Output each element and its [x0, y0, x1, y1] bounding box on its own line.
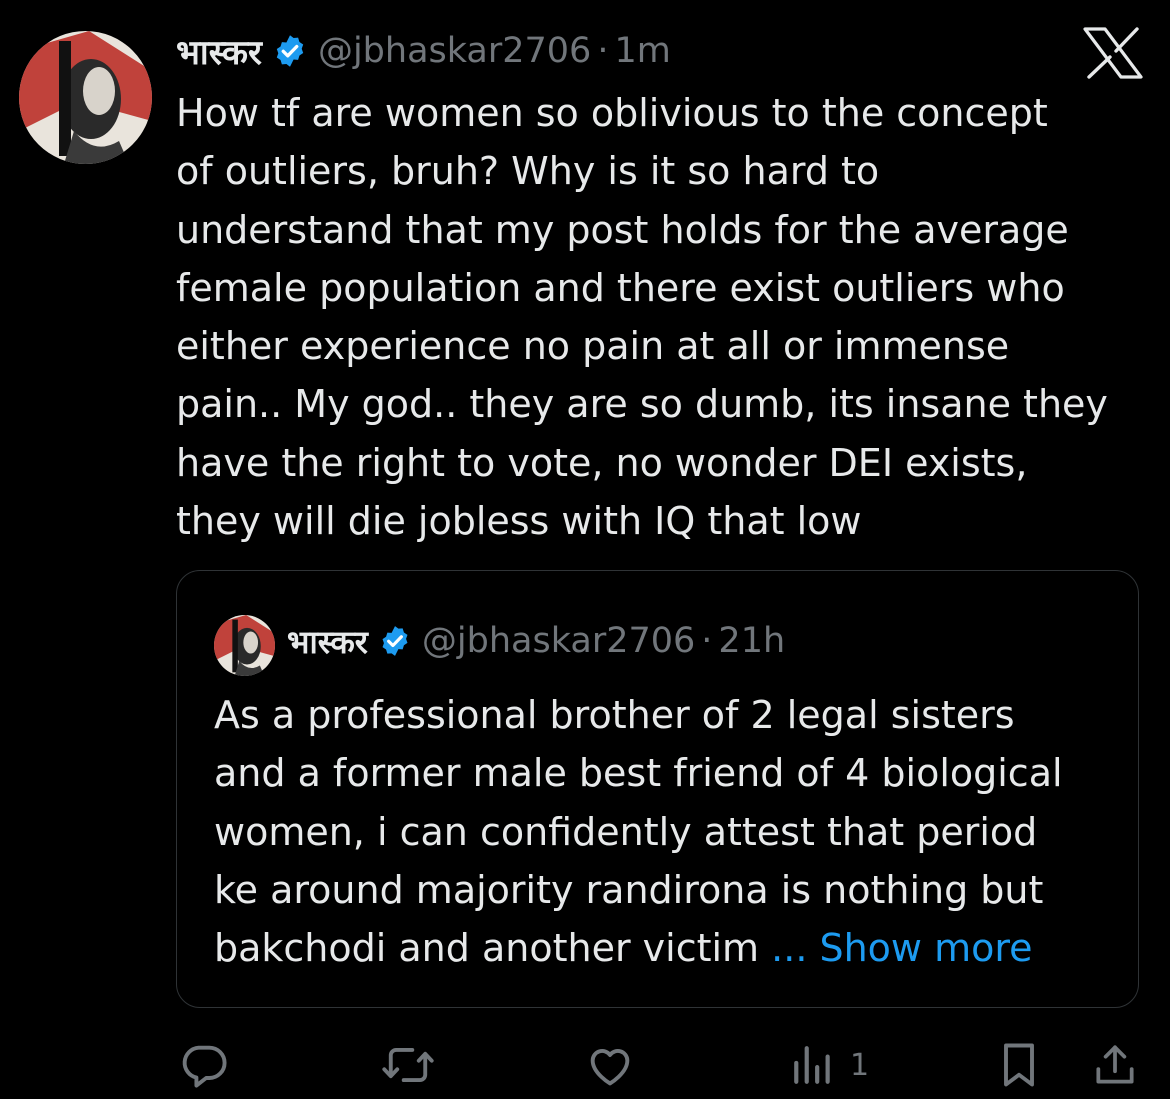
share-button[interactable]	[1090, 1035, 1140, 1095]
show-more-link[interactable]: ... Show more	[771, 926, 1032, 970]
views-button[interactable]: 1	[790, 1035, 869, 1095]
retweet-icon	[380, 1039, 436, 1091]
quoted-avatar	[214, 615, 275, 676]
timestamp[interactable]: 1m	[614, 31, 670, 71]
like-icon	[583, 1039, 637, 1091]
reply-icon	[178, 1039, 230, 1091]
like-button[interactable]	[583, 1035, 637, 1095]
tweet-header: भास्कर @jbhaskar2706 · 1m	[176, 26, 671, 76]
separator-dot: ·	[597, 31, 609, 71]
quoted-display-name: भास्कर	[287, 622, 368, 661]
quoted-text: As a professional brother of 2 legal sis…	[214, 686, 1114, 977]
quoted-tweet[interactable]: भास्कर @jbhaskar2706 · 21h As a professi…	[176, 570, 1139, 1008]
verified-badge-icon	[272, 33, 308, 69]
user-handle[interactable]: @jbhaskar2706	[318, 31, 591, 71]
display-name[interactable]: भास्कर	[176, 28, 262, 74]
retweet-button[interactable]	[380, 1035, 436, 1095]
avatar[interactable]	[19, 31, 152, 164]
quoted-verified-badge-icon	[378, 624, 412, 658]
bookmark-icon	[995, 1039, 1043, 1091]
quoted-header: भास्कर @jbhaskar2706 · 21h	[287, 616, 785, 666]
reply-button[interactable]	[178, 1035, 230, 1095]
bookmark-button[interactable]	[995, 1035, 1043, 1095]
tweet-text: How tf are women so oblivious to the con…	[176, 91, 1108, 544]
action-bar: 1	[0, 1035, 1170, 1095]
views-icon	[790, 1039, 836, 1091]
share-icon	[1090, 1039, 1140, 1091]
x-logo-icon	[1083, 27, 1143, 79]
quoted-handle: @jbhaskar2706	[421, 621, 696, 661]
quoted-timestamp: 21h	[718, 621, 786, 661]
views-count: 1	[850, 1047, 870, 1083]
quoted-separator-dot: ·	[701, 621, 713, 661]
